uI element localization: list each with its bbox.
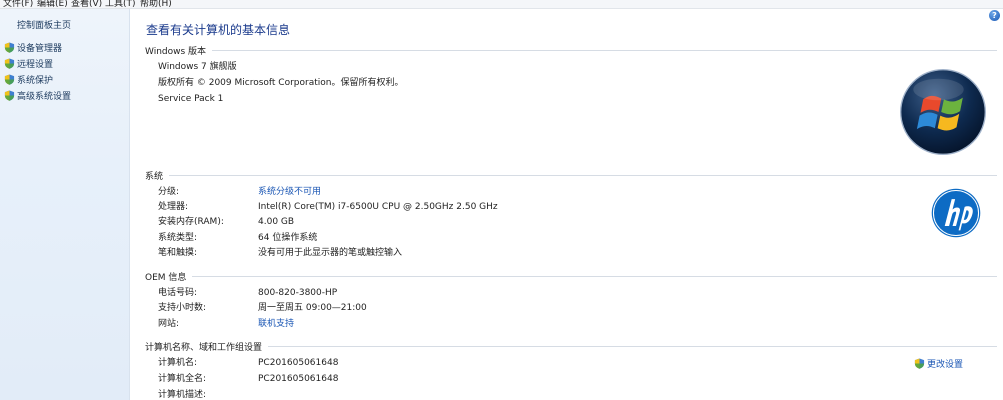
phone-label: 电话号码:: [158, 288, 198, 298]
sidebar-item-label: 高级系统设置: [17, 91, 72, 102]
rating-label: 分级:: [158, 187, 180, 197]
menu-bar: 文件(F) 编辑(E) 查看(V) 工具(T) 帮助(H): [0, 0, 1003, 9]
shield-icon: [4, 73, 15, 85]
sidebar-item-label: 系统保护: [17, 75, 54, 86]
section-divider: [212, 49, 997, 51]
section-divider: [268, 345, 997, 347]
menu-view[interactable]: 查看(V): [71, 0, 102, 8]
section-oem: OEM 信息: [145, 270, 997, 283]
pen-touch-label: 笔和触摸:: [158, 248, 198, 258]
computer-description-label: 计算机描述:: [158, 390, 207, 400]
full-computer-name-label: 计算机全名:: [158, 374, 207, 384]
menu-tools[interactable]: 工具(T): [105, 0, 136, 8]
copyright-text: 版权所有 © 2009 Microsoft Corporation。保留所有权利…: [158, 78, 404, 88]
windows-logo-icon: [900, 69, 986, 155]
section-heading: 计算机名称、域和工作组设置: [145, 342, 263, 353]
service-pack: Service Pack 1: [158, 94, 224, 104]
change-settings-label: 更改设置: [926, 360, 963, 370]
section-heading: OEM 信息: [145, 272, 187, 283]
sidebar-item-label: 远程设置: [17, 59, 54, 70]
rating-link[interactable]: 系统分级不可用: [258, 186, 321, 198]
support-hours-value: 周一至周五 09:00—21:00: [258, 303, 367, 313]
change-settings-link[interactable]: 更改设置: [914, 357, 963, 370]
sidebar-item-advanced-settings[interactable]: 高级系统设置: [4, 88, 71, 102]
processor-value: Intel(R) Core(TM) i7-6500U CPU @ 2.50GHz…: [258, 202, 498, 212]
full-computer-name-value: PC201605061648: [258, 374, 339, 384]
ram-label: 安装内存(RAM):: [158, 217, 224, 227]
section-divider: [192, 275, 997, 277]
menu-edit[interactable]: 编辑(E): [37, 0, 68, 8]
section-divider: [169, 174, 997, 176]
processor-label: 处理器:: [158, 202, 189, 212]
section-heading: Windows 版本: [145, 46, 207, 57]
website-label: 网站:: [158, 319, 180, 329]
help-icon[interactable]: ?: [989, 10, 1000, 21]
section-computer-name: 计算机名称、域和工作组设置: [145, 340, 997, 353]
page-title: 查看有关计算机的基本信息: [146, 23, 291, 37]
menu-help[interactable]: 帮助(H): [140, 0, 172, 8]
section-system: 系统: [145, 169, 997, 182]
sidebar-item-label: 设备管理器: [17, 43, 63, 54]
section-windows-edition: Windows 版本: [145, 44, 997, 57]
sidebar-item-system-protection[interactable]: 系统保护: [4, 72, 53, 86]
sidebar-item-device-manager[interactable]: 设备管理器: [4, 40, 62, 54]
computer-name-label: 计算机名:: [158, 358, 198, 368]
support-hours-label: 支持小时数:: [158, 303, 207, 313]
main-content: ? 查看有关计算机的基本信息 Windows 版本 Windows 7 旗舰版 …: [130, 9, 1003, 400]
system-type-label: 系统类型:: [158, 233, 198, 243]
hp-logo-icon: [931, 188, 981, 238]
online-support-link[interactable]: 联机支持: [258, 318, 294, 330]
system-type-value: 64 位操作系统: [258, 233, 318, 243]
shield-icon: [4, 57, 15, 69]
ram-value: 4.00 GB: [258, 217, 295, 227]
pen-touch-value: 没有可用于此显示器的笔或触控输入: [258, 248, 403, 258]
phone-value: 800-820-3800-HP: [258, 288, 338, 298]
control-panel-home-link[interactable]: 控制面板主页: [17, 18, 71, 31]
windows-edition-name: Windows 7 旗舰版: [158, 62, 237, 72]
shield-icon: [4, 89, 15, 101]
section-heading: 系统: [145, 171, 164, 182]
computer-name-value: PC201605061648: [258, 358, 339, 368]
shield-icon: [914, 358, 925, 369]
sidebar: 控制面板主页 设备管理器 远程设置 系统保护 高级系统设置: [0, 9, 130, 400]
sidebar-item-remote-settings[interactable]: 远程设置: [4, 56, 53, 70]
shield-icon: [4, 41, 15, 53]
menu-file[interactable]: 文件(F): [3, 0, 33, 8]
